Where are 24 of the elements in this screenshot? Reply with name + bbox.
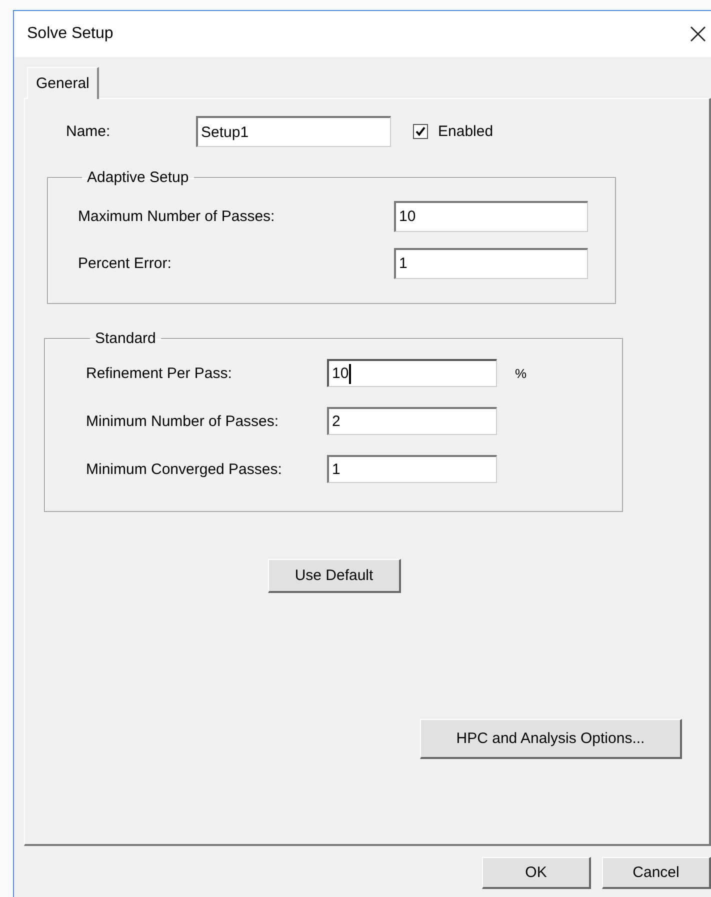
input-field[interactable]: 10: [394, 201, 588, 232]
tab[interactable]: General: [27, 67, 100, 99]
group-title: Standard: [94, 330, 157, 347]
input-field[interactable]: 1: [394, 248, 588, 279]
checkbox-label: Enabled: [438, 123, 494, 140]
field-label: Refinement Per Pass:: [86, 364, 233, 382]
window-title: Solve Setup: [27, 25, 114, 43]
dialog-button[interactable]: Cancel: [602, 857, 711, 889]
input-field[interactable]: 10: [327, 359, 497, 387]
field-label: Minimum Converged Passes:: [86, 460, 283, 478]
field-label: Maximum Number of Passes:: [78, 208, 276, 225]
field-label: Minimum Number of Passes:: [86, 412, 280, 430]
input-field[interactable]: Setup1: [196, 116, 391, 147]
use-default-button[interactable]: Use Default: [268, 559, 401, 593]
group-title: Adaptive Setup: [86, 169, 190, 186]
close-icon[interactable]: [690, 26, 706, 42]
unit-label: %: [515, 366, 527, 380]
dialog-button[interactable]: OK: [482, 857, 591, 889]
checkbox[interactable]: [413, 124, 428, 139]
options-button[interactable]: HPC and Analysis Options...: [420, 719, 682, 759]
field-label: Name:: [66, 123, 112, 140]
input-field[interactable]: 2: [327, 407, 497, 435]
input-field[interactable]: 1: [327, 455, 497, 483]
field-label: Percent Error:: [78, 255, 172, 272]
